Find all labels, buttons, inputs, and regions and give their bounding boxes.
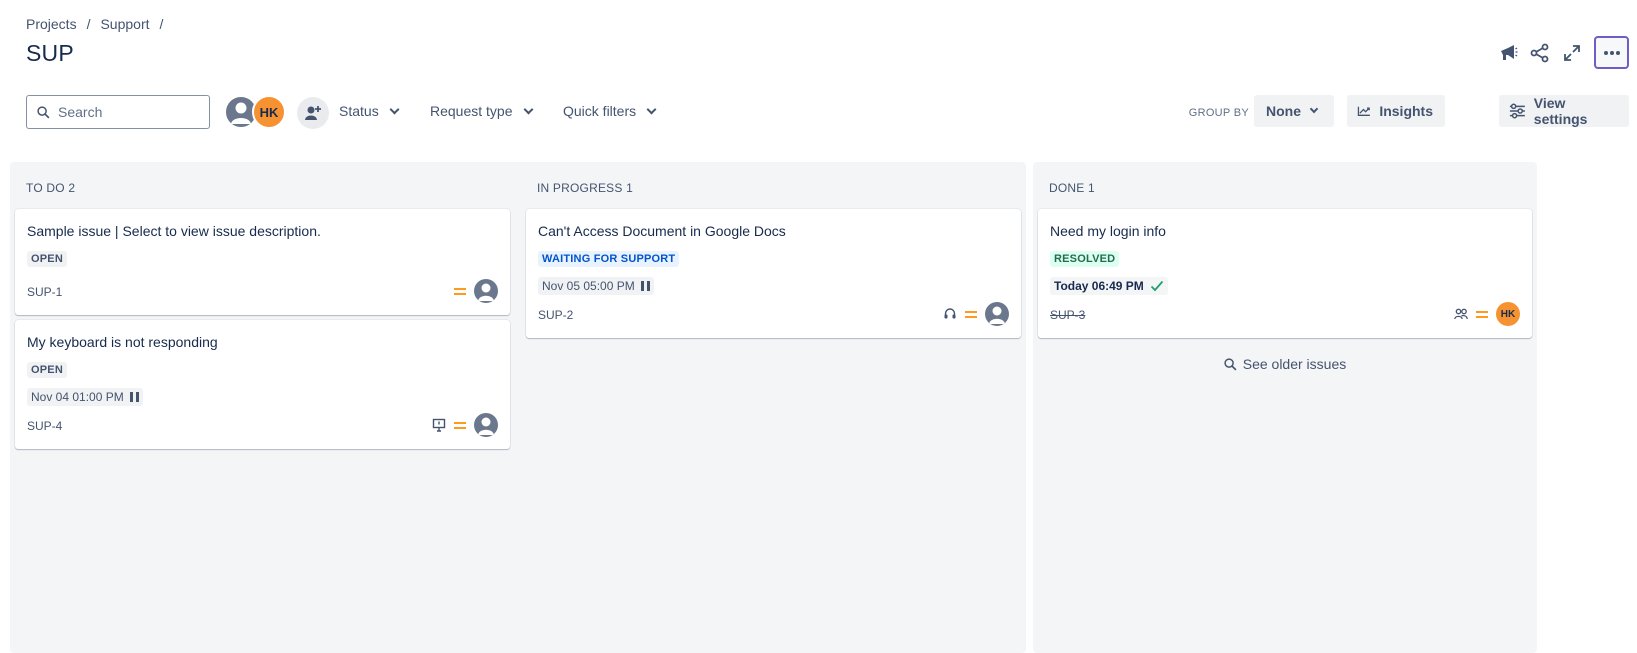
view-settings-label: View settings — [1533, 95, 1588, 127]
fullscreen-button[interactable] — [1556, 37, 1588, 69]
pause-icon — [640, 281, 650, 291]
card-title: My keyboard is not responding — [27, 334, 218, 350]
chevron-down-icon — [1309, 104, 1319, 114]
chevron-down-icon — [523, 104, 533, 114]
status-lozenge: RESOLVED — [1050, 251, 1120, 267]
sla-time: Nov 05 05:00 PM — [542, 279, 635, 293]
issue-key[interactable]: SUP-3 — [1050, 308, 1085, 322]
add-person-icon — [305, 106, 321, 120]
chevron-down-icon — [389, 104, 400, 114]
assignee-filter-avatars: HK — [224, 95, 286, 129]
card-meta — [432, 413, 498, 437]
issue-card[interactable]: Sample issue | Select to view issue desc… — [15, 209, 510, 315]
avatar-hk[interactable]: HK — [252, 95, 286, 129]
issue-card[interactable]: Need my login info RESOLVED Today 06:49 … — [1038, 209, 1532, 338]
issue-card[interactable]: Can't Access Document in Google Docs WAI… — [526, 209, 1021, 338]
share-button[interactable] — [1524, 37, 1556, 69]
assignee-avatar[interactable] — [985, 302, 1009, 326]
see-older-issues-link[interactable]: See older issues — [1033, 356, 1537, 372]
issue-key[interactable]: SUP-4 — [27, 419, 62, 433]
person-icon — [989, 306, 1005, 324]
search-input[interactable] — [58, 104, 198, 120]
person-icon — [478, 283, 494, 301]
assignee-avatar[interactable] — [474, 279, 498, 303]
assignee-avatar-hk[interactable]: HK — [1496, 302, 1520, 326]
sla-timer: Nov 05 05:00 PM — [538, 277, 654, 295]
board-toolbar: HK Status Request type Quick filters GRO… — [26, 95, 1629, 131]
priority-medium-icon — [965, 310, 977, 318]
status-lozenge: OPEN — [27, 362, 67, 378]
board: TO DO 2 Sample issue | Select to view is… — [10, 162, 1637, 653]
page-title: SUP — [26, 40, 74, 66]
column-done: DONE 1 Need my login info RESOLVED Today… — [1033, 162, 1537, 653]
sla-timer: Nov 04 01:00 PM — [27, 388, 143, 406]
check-icon — [1150, 280, 1163, 292]
status-lozenge: OPEN — [27, 251, 67, 267]
people-icon — [1454, 308, 1468, 320]
search-box[interactable] — [26, 95, 210, 129]
card-meta: HK — [1454, 302, 1520, 326]
see-older-issues-label: See older issues — [1242, 356, 1347, 372]
search-icon — [1224, 357, 1237, 370]
chevron-down-icon — [646, 104, 657, 114]
issue-key[interactable]: SUP-1 — [27, 285, 62, 299]
sla-timer: Today 06:49 PM — [1050, 277, 1168, 295]
insights-label: Insights — [1379, 103, 1433, 119]
card-title: Need my login info — [1050, 223, 1166, 239]
group-by-select[interactable]: None — [1254, 95, 1334, 127]
sliders-icon — [1509, 103, 1525, 119]
share-icon — [1530, 43, 1549, 62]
priority-medium-icon — [454, 287, 466, 295]
card-title: Can't Access Document in Google Docs — [538, 223, 786, 239]
sla-time: Nov 04 01:00 PM — [31, 390, 124, 404]
column-in-progress: IN PROGRESS 1 Can't Access Document in G… — [521, 162, 1026, 653]
card-title: Sample issue | Select to view issue desc… — [27, 223, 321, 239]
person-icon — [478, 417, 494, 435]
breadcrumb-projects[interactable]: Projects — [26, 16, 77, 32]
request-type-filter-label: Request type — [430, 103, 513, 119]
status-filter-label: Status — [339, 103, 379, 119]
headset-icon — [944, 308, 956, 319]
priority-medium-icon — [454, 421, 466, 429]
megaphone-icon — [1501, 44, 1518, 60]
header-actions — [1492, 36, 1629, 69]
card-meta — [943, 302, 1009, 326]
column-to-do: TO DO 2 Sample issue | Select to view is… — [10, 162, 529, 653]
sla-time: Today 06:49 PM — [1054, 279, 1144, 293]
chart-trend-icon — [1357, 106, 1370, 116]
issue-card[interactable]: My keyboard is not responding OPEN Nov 0… — [15, 320, 510, 449]
announcement-button[interactable] — [1492, 37, 1524, 69]
view-settings-button[interactable]: View settings — [1499, 95, 1629, 127]
issue-key[interactable]: SUP-2 — [538, 308, 573, 322]
assignee-avatar[interactable] — [474, 413, 498, 437]
group-by-value: None — [1266, 103, 1301, 119]
breadcrumb-separator: / — [159, 16, 164, 32]
column-header: TO DO 2 — [26, 181, 76, 195]
quick-filters-label: Quick filters — [563, 103, 637, 119]
more-actions-button[interactable] — [1594, 36, 1629, 69]
breadcrumb: Projects / Support / — [26, 16, 173, 32]
search-icon — [37, 105, 50, 118]
breadcrumb-separator: / — [86, 16, 91, 32]
card-meta — [454, 279, 498, 303]
add-people-button[interactable] — [297, 97, 329, 129]
quick-filters-filter[interactable]: Quick filters — [563, 103, 657, 119]
status-filter[interactable]: Status — [339, 103, 400, 119]
pause-icon — [129, 392, 139, 402]
expand-icon — [1564, 44, 1580, 61]
column-header: IN PROGRESS 1 — [537, 181, 633, 195]
insights-button[interactable]: Insights — [1347, 95, 1445, 127]
group-by-label: GROUP BY — [1188, 107, 1249, 119]
status-lozenge: WAITING FOR SUPPORT — [538, 251, 680, 267]
priority-medium-icon — [1476, 310, 1488, 318]
more-icon — [1603, 50, 1620, 55]
column-header: DONE 1 — [1049, 181, 1095, 195]
request-type-filter[interactable]: Request type — [430, 103, 533, 119]
computer-support-icon — [432, 418, 446, 432]
breadcrumb-support[interactable]: Support — [100, 16, 149, 32]
